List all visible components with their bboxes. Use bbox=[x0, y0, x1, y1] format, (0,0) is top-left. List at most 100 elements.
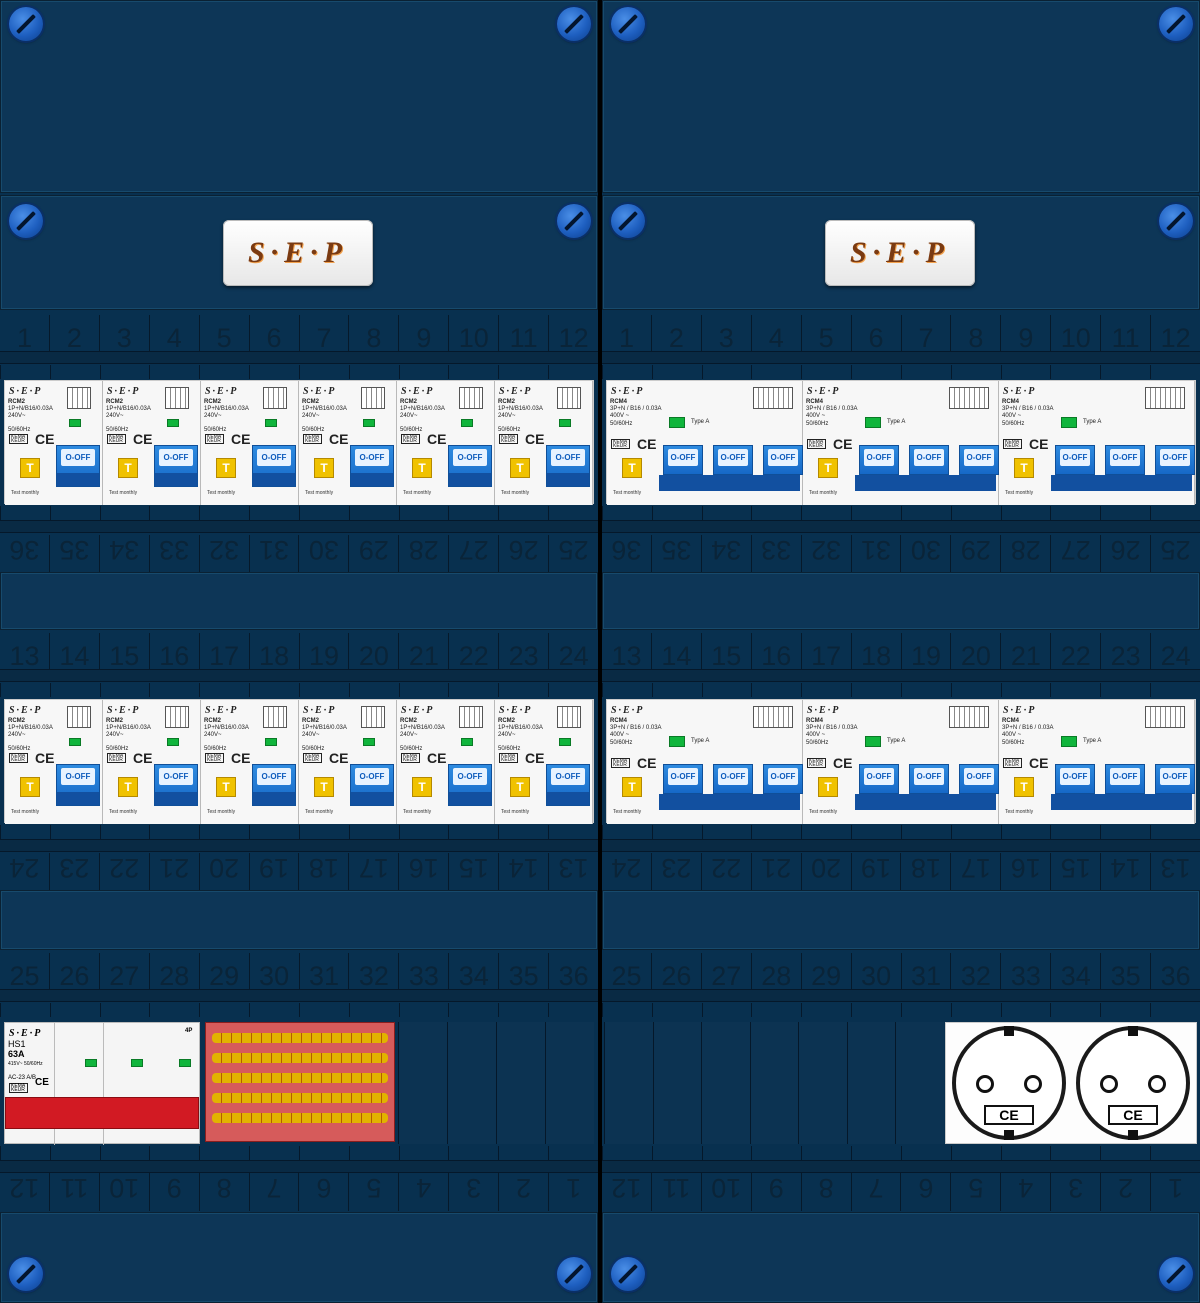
rcm4-breaker[interactable]: S·E·P RCM4 3P+N / B16 / 0.03A 400V ~ 50/60Hz… bbox=[999, 381, 1195, 505]
screw-icon[interactable] bbox=[611, 204, 645, 238]
test-button[interactable]: T bbox=[314, 458, 334, 478]
screw-icon[interactable] bbox=[1159, 204, 1193, 238]
breaker-brand: S·E·P bbox=[1003, 705, 1037, 716]
off-toggle[interactable]: O-OFF bbox=[56, 445, 100, 487]
screw-icon[interactable] bbox=[9, 204, 43, 238]
screw-icon[interactable] bbox=[557, 1257, 591, 1291]
test-button[interactable]: T bbox=[510, 458, 530, 478]
rcm2-breaker[interactable]: S·E·P RCM2 1P+N/B16/0.03A 240V~ 50/60Hz KEMA … bbox=[397, 381, 495, 505]
off-toggle[interactable]: O-OFF bbox=[763, 764, 803, 794]
off-toggle[interactable]: O-OFF bbox=[859, 764, 899, 794]
rcm4-breaker[interactable]: S·E·P RCM4 3P+N / B16 / 0.03A 400V ~ 50/60Hz… bbox=[607, 381, 803, 505]
busbar-comb bbox=[0, 506, 598, 520]
off-toggle[interactable]: O-OFF bbox=[546, 764, 590, 806]
rcm2-breaker[interactable]: S·E·P RCM2 1P+N/B16/0.03A 240V~ 50/60Hz KEMA … bbox=[299, 700, 397, 824]
off-toggle[interactable]: O-OFF bbox=[448, 764, 492, 806]
circuit-number: 7 bbox=[900, 315, 951, 353]
off-label: O-OFF bbox=[1060, 768, 1090, 785]
off-toggle[interactable]: O-OFF bbox=[448, 445, 492, 487]
off-toggle[interactable]: O-OFF bbox=[56, 764, 100, 806]
screw-icon[interactable] bbox=[9, 1257, 43, 1291]
off-toggle[interactable]: O-OFF bbox=[154, 764, 198, 806]
off-toggle[interactable]: O-OFF bbox=[1155, 764, 1195, 794]
off-toggle[interactable]: O-OFF bbox=[252, 764, 296, 806]
test-button[interactable]: T bbox=[818, 458, 838, 478]
off-toggle[interactable]: O-OFF bbox=[1155, 445, 1195, 475]
off-toggle[interactable]: O-OFF bbox=[909, 764, 949, 794]
socket-outlet[interactable]: CE bbox=[1076, 1026, 1190, 1140]
screw-icon[interactable] bbox=[611, 1257, 645, 1291]
rcm2-breaker[interactable]: S·E·P RCM2 1P+N/B16/0.03A 240V~ 50/60Hz KEMA … bbox=[201, 700, 299, 824]
rcm4-breaker[interactable]: S·E·P RCM4 3P+N / B16 / 0.03A 400V ~ 50/60Hz… bbox=[803, 381, 999, 505]
test-button[interactable]: T bbox=[20, 777, 40, 797]
circuit-number: 9 bbox=[398, 315, 448, 353]
main-switch-hs1[interactable]: S·E·P HS1 63A 415V~ 50/60Hz AC-23 A/B KEMA KE… bbox=[4, 1022, 200, 1145]
off-toggle[interactable]: O-OFF bbox=[350, 764, 394, 806]
circuit-number: 18 bbox=[248, 633, 299, 671]
rcm2-breaker[interactable]: S·E·P RCM2 1P+N/B16/0.03A 240V~ 50/60Hz KEMA … bbox=[299, 381, 397, 505]
off-toggle[interactable]: O-OFF bbox=[713, 764, 753, 794]
off-toggle[interactable]: O-OFF bbox=[663, 764, 703, 794]
off-toggle[interactable]: O-OFF bbox=[1105, 445, 1145, 475]
circuit-number: 30 bbox=[901, 535, 952, 573]
circuit-number: 10 bbox=[99, 1173, 150, 1211]
test-button[interactable]: T bbox=[314, 777, 334, 797]
rcm4-breaker[interactable]: S·E·P RCM4 3P+N / B16 / 0.03A 400V ~ 50/60Hz… bbox=[607, 700, 803, 824]
test-button[interactable]: T bbox=[118, 458, 138, 478]
off-toggle[interactable]: O-OFF bbox=[1105, 764, 1145, 794]
test-button[interactable]: T bbox=[818, 777, 838, 797]
test-button[interactable]: T bbox=[118, 777, 138, 797]
off-toggle[interactable]: O-OFF bbox=[1055, 764, 1095, 794]
rcm2-breaker[interactable]: S·E·P RCM2 1P+N/B16/0.03A 240V~ 50/60Hz KEMA … bbox=[103, 381, 201, 505]
breaker-rating: 1P+N/B16/0.03A bbox=[400, 406, 445, 412]
circuit-number: 2 bbox=[650, 315, 701, 353]
off-label: O-OFF bbox=[964, 768, 994, 785]
test-button[interactable]: T bbox=[20, 458, 40, 478]
screw-icon[interactable] bbox=[557, 204, 591, 238]
kema-mark: KEMA KEUR bbox=[9, 434, 28, 444]
test-button[interactable]: T bbox=[1014, 777, 1034, 797]
rcm2-breaker[interactable]: S·E·P RCM2 1P+N/B16/0.03A 240V~ 50/60Hz KEMA … bbox=[495, 700, 593, 824]
test-button[interactable]: T bbox=[622, 777, 642, 797]
main-switch-handle[interactable] bbox=[5, 1097, 199, 1129]
test-button[interactable]: T bbox=[510, 777, 530, 797]
rcm2-breaker[interactable]: S·E·P RCM2 1P+N/B16/0.03A 240V~ 50/60Hz KEMA … bbox=[5, 700, 103, 824]
off-toggle[interactable]: O-OFF bbox=[909, 445, 949, 475]
test-button[interactable]: T bbox=[216, 777, 236, 797]
screw-icon[interactable] bbox=[1159, 7, 1193, 41]
off-toggle[interactable]: O-OFF bbox=[859, 445, 899, 475]
rcm4-breaker[interactable]: S·E·P RCM4 3P+N / B16 / 0.03A 400V ~ 50/60Hz… bbox=[803, 700, 999, 824]
rcm4-breaker[interactable]: S·E·P RCM4 3P+N / B16 / 0.03A 400V ~ 50/60Hz… bbox=[999, 700, 1195, 824]
off-toggle[interactable]: O-OFF bbox=[959, 764, 999, 794]
rcm2-breaker[interactable]: S·E·P RCM2 1P+N/B16/0.03A 240V~ 50/60Hz KEMA … bbox=[495, 381, 593, 505]
test-note: Test monthly bbox=[109, 490, 138, 496]
rcm2-breaker[interactable]: S·E·P RCM2 1P+N/B16/0.03A 240V~ 50/60Hz KEMA … bbox=[397, 700, 495, 824]
screw-icon[interactable] bbox=[1159, 1257, 1193, 1291]
test-note: Test monthly bbox=[207, 809, 236, 815]
breaker-model: RCM2 bbox=[498, 399, 516, 405]
ce-mark: CE bbox=[637, 436, 657, 452]
off-toggle[interactable]: O-OFF bbox=[154, 445, 198, 487]
rcm2-breaker[interactable]: S·E·P RCM2 1P+N/B16/0.03A 240V~ 50/60Hz KEMA … bbox=[201, 381, 299, 505]
off-toggle[interactable]: O-OFF bbox=[663, 445, 703, 475]
off-toggle[interactable]: O-OFF bbox=[763, 445, 803, 475]
circuit-number: 15 bbox=[98, 633, 149, 671]
test-button[interactable]: T bbox=[622, 458, 642, 478]
rcm2-breaker[interactable]: S·E·P RCM2 1P+N/B16/0.03A 240V~ 50/60Hz KEMA … bbox=[5, 381, 103, 505]
off-toggle[interactable]: O-OFF bbox=[713, 445, 753, 475]
off-label: O-OFF bbox=[718, 449, 748, 466]
screw-icon[interactable] bbox=[557, 7, 591, 41]
off-toggle[interactable]: O-OFF bbox=[252, 445, 296, 487]
off-toggle[interactable]: O-OFF bbox=[350, 445, 394, 487]
off-toggle[interactable]: O-OFF bbox=[1055, 445, 1095, 475]
test-button[interactable]: T bbox=[412, 777, 432, 797]
test-button[interactable]: T bbox=[1014, 458, 1034, 478]
screw-icon[interactable] bbox=[611, 7, 645, 41]
off-toggle[interactable]: O-OFF bbox=[546, 445, 590, 487]
socket-outlet[interactable]: CE bbox=[952, 1026, 1066, 1140]
test-button[interactable]: T bbox=[412, 458, 432, 478]
off-toggle[interactable]: O-OFF bbox=[959, 445, 999, 475]
screw-icon[interactable] bbox=[9, 7, 43, 41]
test-button[interactable]: T bbox=[216, 458, 236, 478]
rcm2-breaker[interactable]: S·E·P RCM2 1P+N/B16/0.03A 240V~ 50/60Hz KEMA … bbox=[103, 700, 201, 824]
